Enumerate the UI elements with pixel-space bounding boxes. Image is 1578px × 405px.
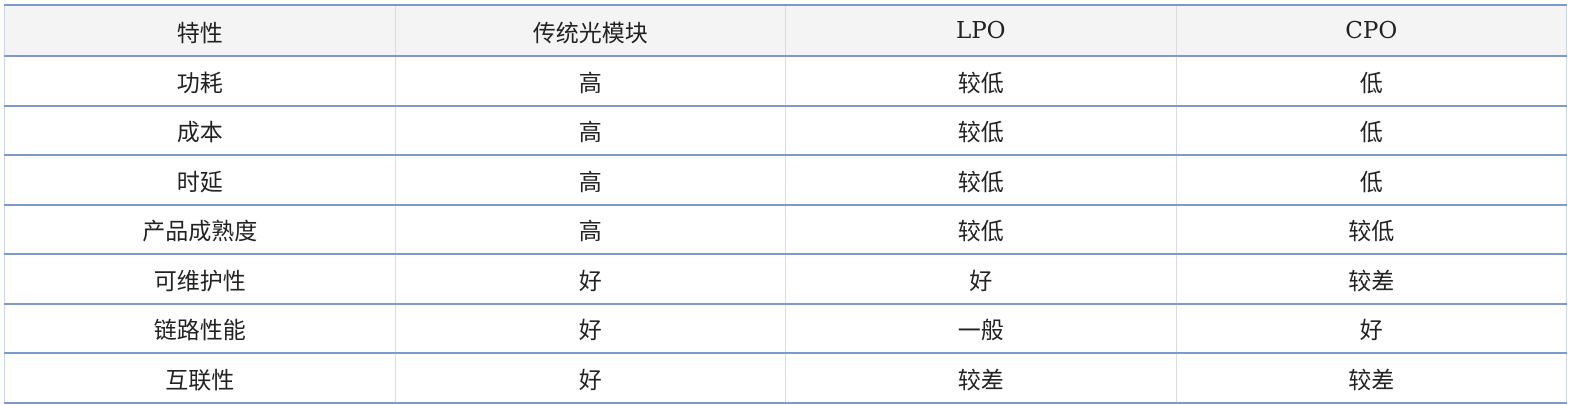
cell-feature: 时延 <box>4 155 396 206</box>
comparison-table: 特性 传统光模块 LPO CPO 功耗 高 较低 低 成本 高 较低 低 时延 … <box>4 4 1567 404</box>
table-row: 功耗 高 较低 低 <box>4 56 1567 107</box>
cell-traditional: 高 <box>394 105 786 156</box>
cell-lpo: 较低 <box>785 155 1177 206</box>
cell-feature: 成本 <box>4 105 396 156</box>
cell-traditional: 好 <box>394 353 786 404</box>
cell-lpo: 较差 <box>785 353 1177 404</box>
header-lpo: LPO <box>785 4 1177 57</box>
table-row: 互联性 好 较差 较差 <box>4 353 1567 404</box>
cell-cpo: 低 <box>1175 56 1567 107</box>
cell-feature: 互联性 <box>4 353 396 404</box>
cell-feature: 链路性能 <box>4 303 396 354</box>
cell-lpo: 较低 <box>785 204 1177 255</box>
cell-cpo: 较差 <box>1175 353 1567 404</box>
cell-traditional: 好 <box>394 303 786 354</box>
cell-traditional: 高 <box>394 56 786 107</box>
cell-feature: 可维护性 <box>4 254 396 305</box>
cell-lpo: 较低 <box>785 105 1177 156</box>
cell-lpo: 较低 <box>785 56 1177 107</box>
cell-feature: 功耗 <box>4 56 396 107</box>
header-traditional-module: 传统光模块 <box>394 4 786 57</box>
header-row: 特性 传统光模块 LPO CPO <box>4 4 1567 57</box>
table-body: 功耗 高 较低 低 成本 高 较低 低 时延 高 较低 低 产品成熟度 高 较低 <box>4 56 1567 404</box>
table-row: 链路性能 好 一般 好 <box>4 303 1567 354</box>
cell-cpo: 低 <box>1175 105 1567 156</box>
table-header: 特性 传统光模块 LPO CPO <box>4 4 1567 57</box>
table-row: 时延 高 较低 低 <box>4 155 1567 206</box>
header-feature: 特性 <box>4 4 396 57</box>
cell-cpo: 较差 <box>1175 254 1567 305</box>
comparison-table-container: 特性 传统光模块 LPO CPO 功耗 高 较低 低 成本 高 较低 低 时延 … <box>4 4 1567 404</box>
cell-lpo: 一般 <box>785 303 1177 354</box>
cell-cpo: 好 <box>1175 303 1567 354</box>
cell-lpo: 好 <box>785 254 1177 305</box>
table-row: 成本 高 较低 低 <box>4 105 1567 156</box>
table-row: 产品成熟度 高 较低 较低 <box>4 204 1567 255</box>
table-row: 可维护性 好 好 较差 <box>4 254 1567 305</box>
cell-cpo: 低 <box>1175 155 1567 206</box>
header-cpo: CPO <box>1175 4 1567 57</box>
cell-feature: 产品成熟度 <box>4 204 396 255</box>
cell-traditional: 好 <box>394 254 786 305</box>
cell-traditional: 高 <box>394 155 786 206</box>
cell-traditional: 高 <box>394 204 786 255</box>
cell-cpo: 较低 <box>1175 204 1567 255</box>
